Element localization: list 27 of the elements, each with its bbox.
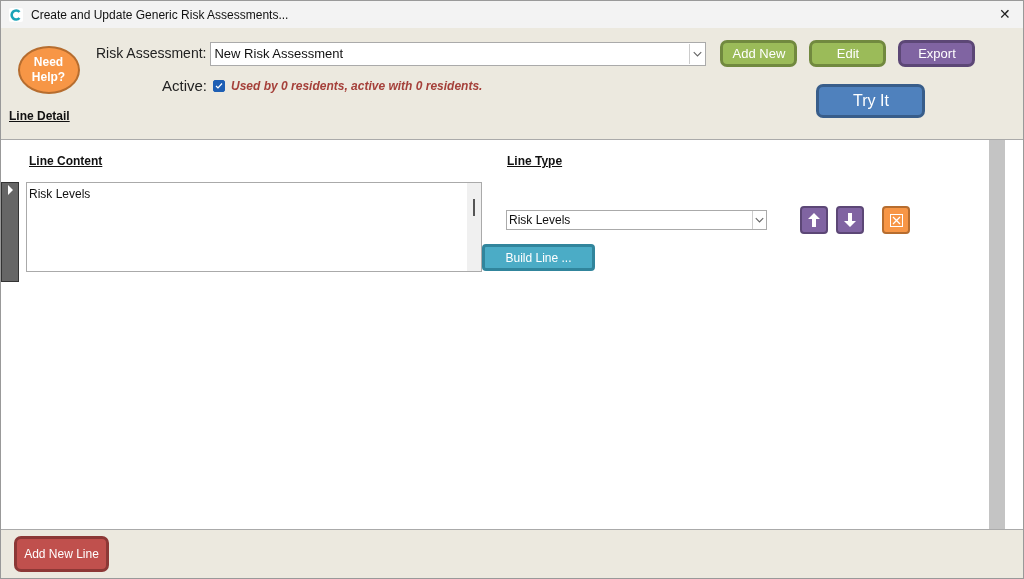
window-title: Create and Update Generic Risk Assessments...	[31, 6, 290, 24]
delete-button[interactable]	[882, 206, 910, 234]
down-arrow-icon	[844, 213, 856, 227]
scrollbar[interactable]	[989, 140, 1005, 529]
move-down-button[interactable]	[836, 206, 864, 234]
record-selector[interactable]	[1, 182, 19, 282]
dropdown-arrow-icon[interactable]	[752, 211, 766, 229]
try-it-button[interactable]: Try It	[816, 84, 926, 118]
action-button[interactable]: Export	[898, 40, 976, 67]
risk-assessment-dropdown[interactable]: New Risk Assessment	[210, 41, 707, 66]
active-checkbox[interactable]	[213, 80, 225, 93]
line-type-dropdown[interactable]: Risk Levels	[506, 210, 767, 230]
field-label: Risk Assessment:	[96, 44, 207, 63]
current-row-icon	[6, 185, 14, 195]
usage-note: Used by 0 residents, active with 0 residents.	[231, 78, 483, 96]
column-heading: Line Type	[507, 153, 563, 170]
build-line-button[interactable]: Build Line ...	[482, 244, 595, 271]
section-title: Line Detail	[9, 108, 70, 125]
app-logo-icon	[9, 7, 23, 22]
add-new-line-button[interactable]: Add New Line	[14, 536, 109, 572]
line-content-field[interactable]: Risk Levels	[26, 182, 482, 272]
column-heading: Line Content	[29, 153, 104, 170]
up-arrow-icon	[808, 213, 820, 227]
close-box-icon	[889, 213, 903, 227]
field-label: Active:	[162, 76, 207, 96]
close-button[interactable]: ✕	[995, 4, 1015, 25]
move-up-button[interactable]	[800, 206, 828, 234]
